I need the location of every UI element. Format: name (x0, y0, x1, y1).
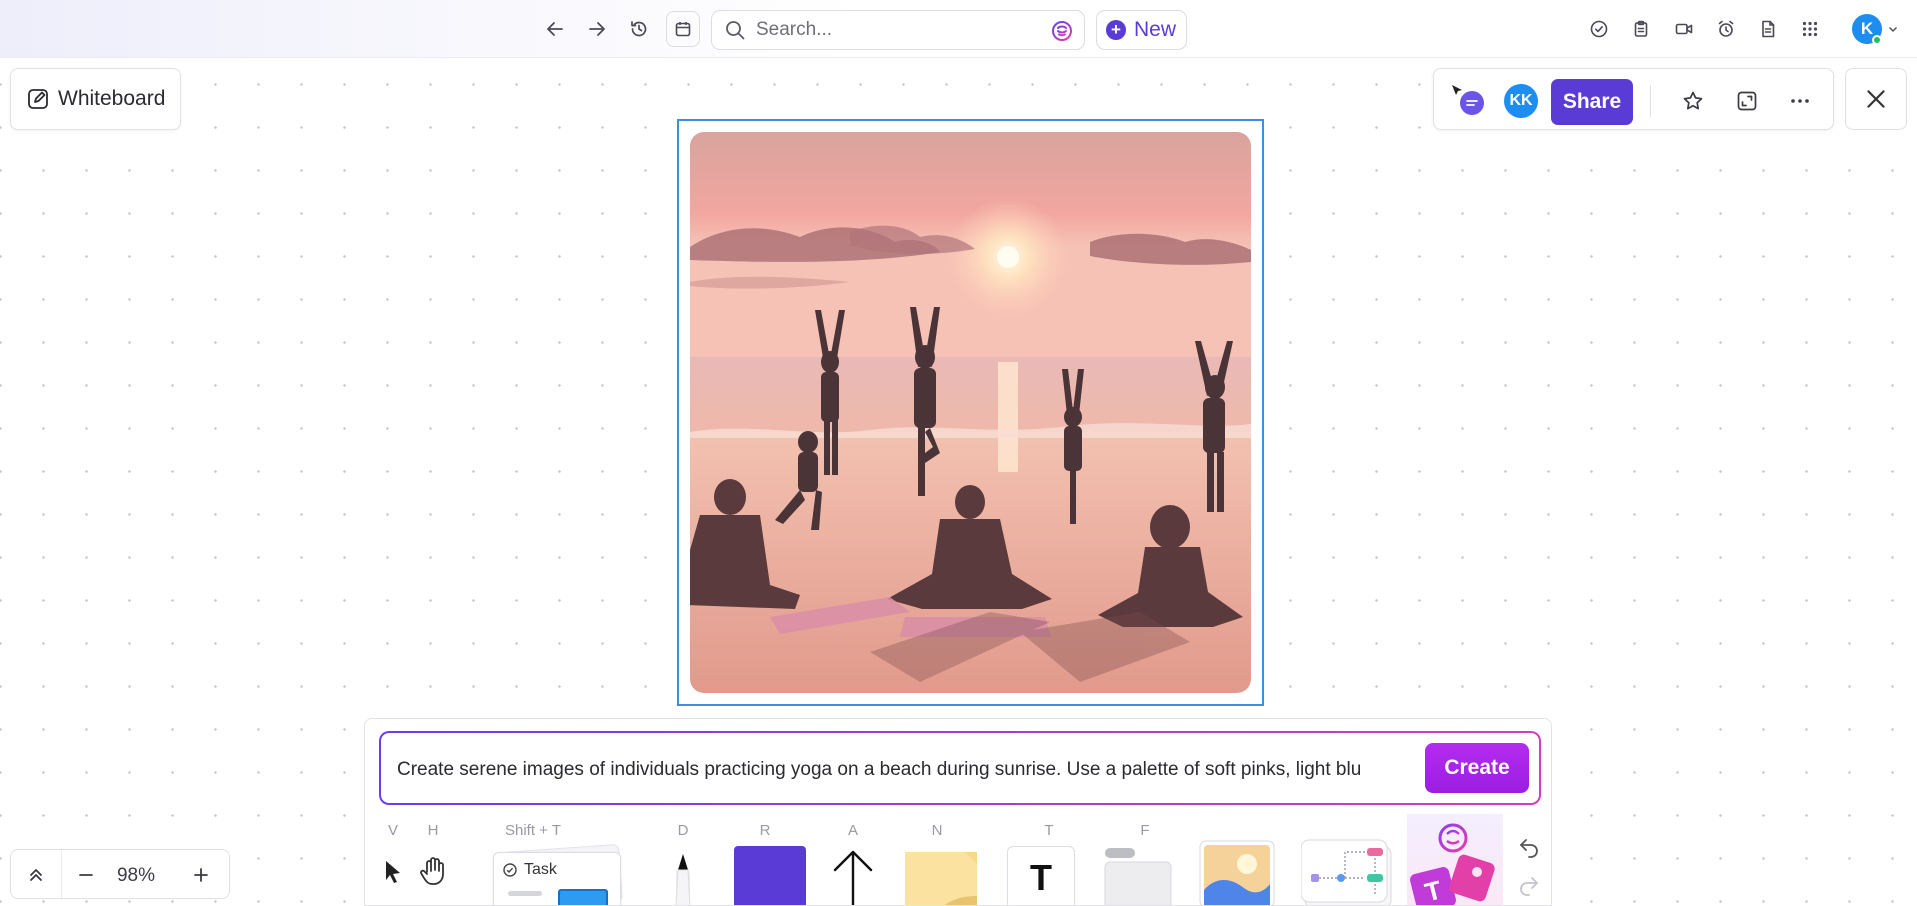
zoom-level[interactable]: 98% (111, 865, 161, 887)
ai-brain-icon[interactable] (1050, 19, 1074, 43)
history-icon[interactable] (624, 14, 654, 44)
zoom-out-icon[interactable] (71, 860, 101, 890)
redo-icon[interactable] (1517, 872, 1541, 901)
task-check-icon (503, 863, 517, 877)
selected-image-frame[interactable] (677, 119, 1264, 706)
back-arrow-icon[interactable] (540, 14, 570, 44)
divider (1650, 85, 1651, 117)
online-status-dot (1872, 35, 1882, 45)
share-button[interactable]: Share (1551, 79, 1633, 125)
collapse-up-icon[interactable] (21, 860, 51, 890)
whiteboard-title: Whiteboard (58, 87, 166, 110)
top-bar: + New K (0, 0, 1917, 58)
search-icon (726, 21, 745, 40)
arrow-tool-shortcut: A (847, 822, 858, 839)
video-camera-icon[interactable] (1669, 14, 1699, 44)
rectangle-tool-shortcut: R (759, 822, 771, 839)
hand-tool-shortcut: H (427, 822, 439, 839)
ai-generate-tool[interactable]: T (1407, 814, 1503, 905)
new-button[interactable]: + New (1096, 10, 1187, 50)
arrow-up-icon[interactable] (831, 848, 875, 905)
draw-tool-shortcut: D (677, 822, 689, 839)
collaborator-avatar[interactable]: KK (1504, 84, 1538, 118)
sticky-note-icon[interactable] (899, 844, 981, 905)
task-tool-label: Task (524, 861, 557, 878)
divider (61, 850, 62, 900)
task-tool-shortcut: Shift + T (504, 822, 561, 839)
chevron-down-icon[interactable] (1887, 23, 1899, 35)
ai-image-generator-icon: T (1410, 823, 1495, 905)
alarm-clock-icon[interactable] (1711, 14, 1741, 44)
rectangle-shape-icon[interactable] (734, 846, 806, 905)
comments-icon[interactable] (1448, 83, 1486, 119)
document-icon[interactable] (1753, 14, 1783, 44)
search-box[interactable] (711, 10, 1085, 50)
ai-prompt-input[interactable]: Create serene images of individuals prac… (397, 759, 1407, 781)
select-cursor-icon[interactable] (383, 858, 405, 891)
plus-icon: + (1106, 20, 1126, 40)
board-actions-bar: KK Share (1433, 68, 1834, 130)
whiteboard-pen-icon (28, 89, 48, 109)
star-icon[interactable] (1678, 86, 1708, 116)
expand-icon[interactable] (1732, 86, 1762, 116)
select-tool-shortcut: V (387, 822, 398, 839)
more-options-icon[interactable] (1785, 86, 1815, 116)
text-tool[interactable]: T (1007, 846, 1075, 905)
apps-grid-icon[interactable] (1795, 14, 1825, 44)
image-icon[interactable] (1199, 840, 1275, 905)
tool-dock: V H Shift + T Task D R A N T T F T (364, 814, 1552, 906)
zoom-controls: 98% (10, 849, 230, 900)
text-tool-glyph: T (1030, 857, 1052, 898)
task-tool[interactable]: Task (493, 843, 625, 905)
ai-prompt-panel: Create serene images of individuals prac… (364, 718, 1552, 818)
zoom-in-icon[interactable] (186, 860, 216, 890)
forward-arrow-icon[interactable] (582, 14, 612, 44)
new-button-label: New (1134, 18, 1177, 41)
search-input[interactable] (756, 19, 1046, 41)
close-icon (1867, 90, 1885, 108)
clipboard-icon[interactable] (1626, 14, 1656, 44)
create-button[interactable]: Create (1425, 743, 1529, 793)
mind-map-icon[interactable] (1300, 838, 1395, 905)
text-tool-shortcut: T (1044, 822, 1054, 839)
frame-tool-shortcut: F (1140, 822, 1150, 839)
hand-icon[interactable] (417, 854, 451, 893)
generated-image[interactable] (690, 132, 1251, 693)
frame-icon[interactable] (1103, 846, 1175, 905)
note-tool-shortcut: N (931, 822, 943, 839)
whiteboard-label[interactable]: Whiteboard (10, 68, 181, 130)
check-circle-icon[interactable] (1584, 14, 1614, 44)
ai-prompt-box[interactable]: Create serene images of individuals prac… (379, 731, 1541, 805)
close-button[interactable] (1845, 68, 1907, 130)
calendar-icon[interactable] (666, 11, 700, 47)
undo-icon[interactable] (1517, 834, 1541, 863)
pen-icon[interactable] (661, 850, 705, 905)
